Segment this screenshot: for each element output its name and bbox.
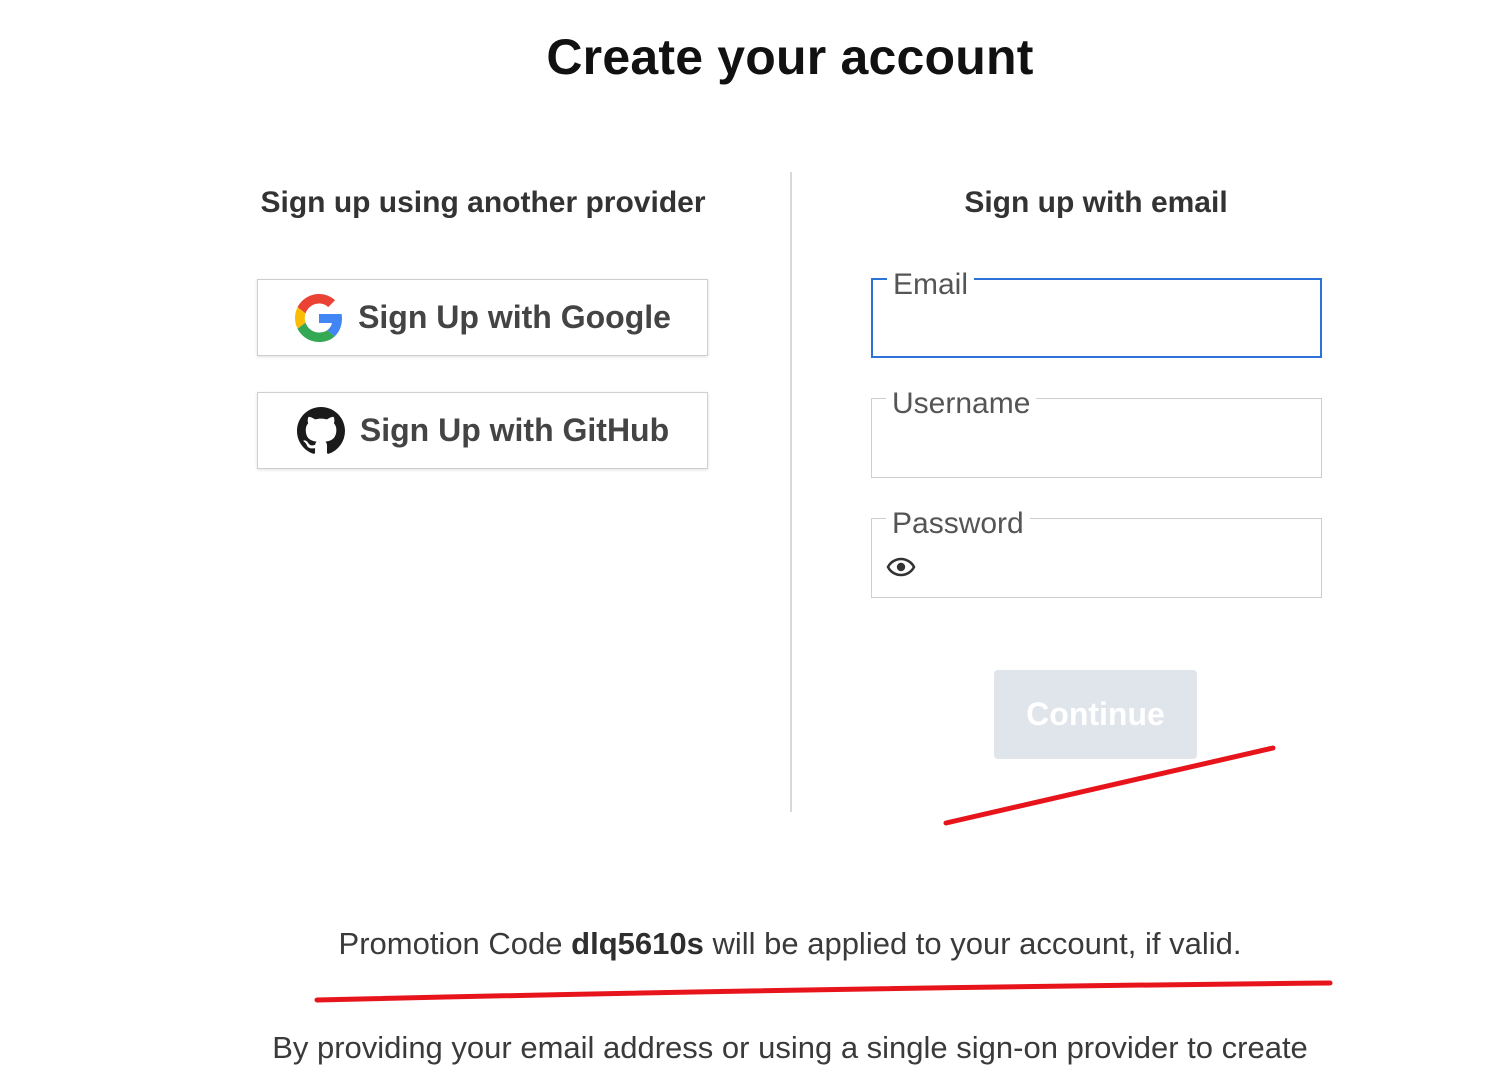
eye-icon[interactable] (886, 556, 916, 578)
username-field-label: Username (886, 389, 1037, 419)
google-icon (294, 293, 344, 343)
terms-disclaimer: By providing your email address or using… (272, 1030, 1308, 1065)
email-field[interactable]: Email (871, 270, 1322, 358)
section-divider (790, 172, 792, 812)
google-signup-label: Sign Up with Google (358, 299, 671, 335)
github-signup-label: Sign Up with GitHub (359, 412, 670, 448)
email-input[interactable] (891, 314, 1302, 346)
github-icon (296, 406, 346, 456)
email-section-heading: Sign up with email (964, 186, 1228, 219)
password-field[interactable]: Password (871, 509, 1322, 598)
annotation-line-continue (943, 745, 1276, 826)
page-title: Create your account (546, 29, 1034, 85)
promo-code: dlq5610s (571, 926, 704, 961)
continue-button[interactable]: Continue (994, 670, 1197, 759)
password-field-label: Password (886, 509, 1030, 539)
provider-section-heading: Sign up using another provider (260, 186, 706, 219)
annotation-line-promo (314, 980, 1333, 1003)
github-signup-button[interactable]: Sign Up with GitHub (257, 392, 708, 469)
username-field[interactable]: Username (871, 389, 1322, 478)
promotion-code-notice: Promotion Code dlq5610s will be applied … (0, 926, 1500, 962)
google-signup-button[interactable]: Sign Up with Google (257, 279, 708, 356)
promo-prefix: Promotion Code (338, 926, 572, 961)
username-input[interactable] (890, 435, 1303, 467)
email-field-label: Email (887, 270, 975, 300)
promo-suffix: will be applied to your account, if vali… (703, 926, 1242, 961)
password-input[interactable] (928, 555, 1303, 587)
